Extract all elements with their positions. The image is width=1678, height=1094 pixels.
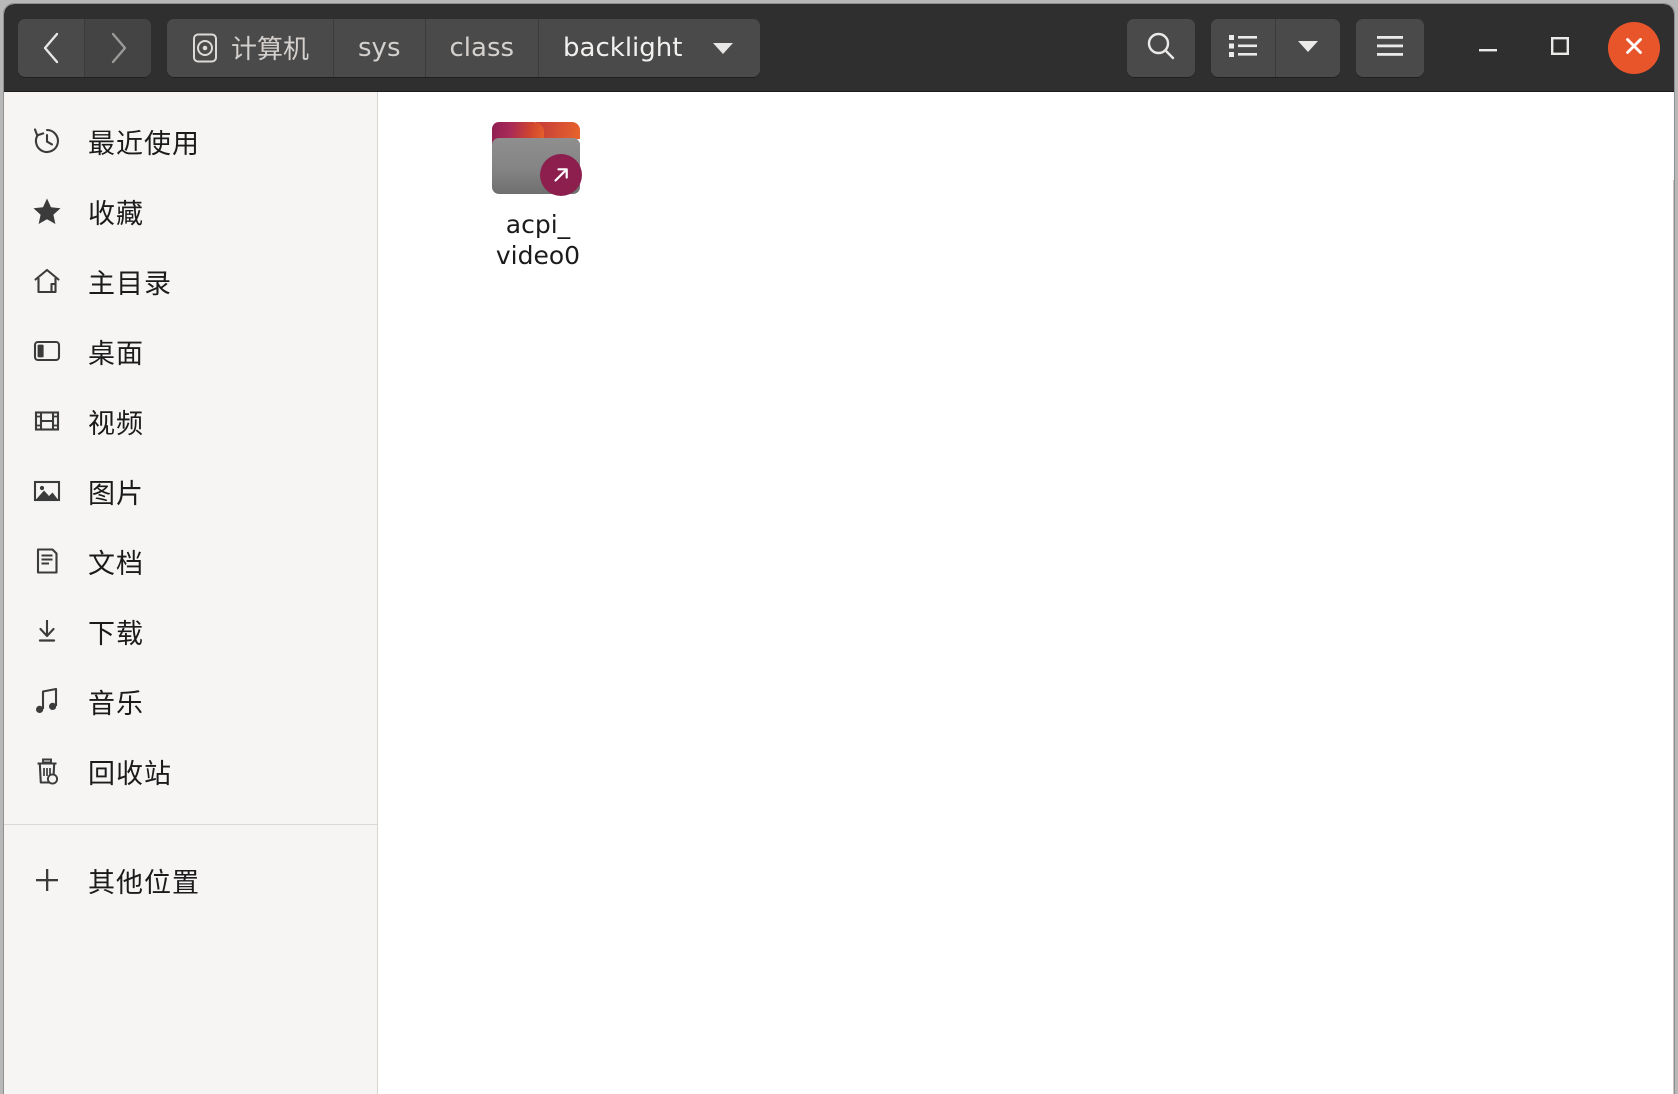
sidebar-item-other-locations[interactable]: 其他位置	[4, 845, 377, 915]
folder-graphic	[492, 122, 580, 194]
search-icon	[1144, 29, 1178, 67]
sidebar-item-home[interactable]: 主目录	[4, 246, 377, 316]
view-button-group	[1211, 19, 1340, 77]
breadcrumb-label: backlight	[563, 33, 682, 63]
minimize-button[interactable]	[1462, 22, 1514, 74]
sidebar-item-label: 其他位置	[88, 861, 200, 900]
sidebar-item-label: 图片	[88, 472, 144, 511]
file-item-acpi-video0[interactable]: acpi_ video0	[452, 110, 624, 277]
header-bar: 计算机 sys class backlight	[4, 4, 1674, 92]
sidebar-item-label: 主目录	[88, 262, 172, 301]
view-list-button[interactable]	[1211, 19, 1275, 77]
sidebar-item-label: 桌面	[88, 332, 144, 371]
breadcrumb: 计算机 sys class backlight	[167, 19, 760, 77]
breadcrumb-item-computer[interactable]: 计算机	[167, 19, 333, 77]
window-body: 最近使用 收藏 主目录	[4, 92, 1674, 1094]
sidebar-item-trash[interactable]: 回收站	[4, 736, 377, 806]
sidebar-item-label: 回收站	[88, 752, 172, 791]
sidebar-item-desktop[interactable]: 桌面	[4, 316, 377, 386]
sidebar-item-label: 收藏	[88, 192, 144, 231]
navigation-button-group	[18, 19, 151, 77]
film-icon	[30, 404, 64, 438]
forward-button[interactable]	[84, 19, 151, 77]
content-right-edge	[1673, 180, 1674, 1094]
sidebar-item-documents[interactable]: 文档	[4, 526, 377, 596]
file-manager-window: 计算机 sys class backlight	[4, 4, 1674, 1094]
back-button[interactable]	[18, 19, 84, 77]
maximize-button[interactable]	[1534, 22, 1586, 74]
chevron-down-icon	[1295, 37, 1321, 59]
breadcrumb-item-backlight[interactable]: backlight	[538, 19, 760, 77]
plus-icon	[30, 863, 64, 897]
breadcrumb-label: 计算机	[231, 29, 309, 66]
breadcrumb-item-sys[interactable]: sys	[333, 19, 424, 77]
file-item-label: acpi_ video0	[456, 210, 620, 271]
close-icon	[1621, 33, 1647, 63]
sidebar-item-pictures[interactable]: 图片	[4, 456, 377, 526]
close-button[interactable]	[1608, 22, 1660, 74]
breadcrumb-label: sys	[358, 33, 400, 63]
image-icon	[30, 474, 64, 508]
sidebar-item-music[interactable]: 音乐	[4, 666, 377, 736]
folder-symlink-icon	[492, 116, 584, 198]
sidebar-item-label: 下载	[88, 612, 144, 651]
chevron-left-icon	[38, 31, 64, 65]
list-view-icon	[1227, 32, 1259, 64]
maximize-icon	[1547, 33, 1573, 63]
sidebar-item-label: 音乐	[88, 682, 144, 721]
sidebar-item-label: 最近使用	[88, 122, 200, 161]
view-options-button[interactable]	[1275, 19, 1340, 77]
search-button[interactable]	[1127, 19, 1195, 77]
home-icon	[30, 264, 64, 298]
sidebar-item-downloads[interactable]: 下载	[4, 596, 377, 666]
sidebar-item-label: 文档	[88, 542, 144, 581]
sidebar-item-label: 视频	[88, 402, 144, 441]
trash-icon	[30, 754, 64, 788]
chevron-right-icon	[105, 31, 131, 65]
music-note-icon	[30, 684, 64, 718]
desktop-icon	[30, 334, 64, 368]
breadcrumb-label: class	[450, 33, 515, 63]
symlink-arrow-icon	[540, 154, 582, 196]
sidebar: 最近使用 收藏 主目录	[4, 92, 378, 1094]
sidebar-item-videos[interactable]: 视频	[4, 386, 377, 456]
document-icon	[30, 544, 64, 578]
chevron-down-icon[interactable]	[710, 39, 736, 57]
hamburger-icon	[1374, 33, 1406, 63]
sidebar-item-recent[interactable]: 最近使用	[4, 106, 377, 176]
file-grid[interactable]: acpi_ video0	[378, 92, 1674, 1094]
minimize-icon	[1475, 33, 1501, 63]
clock-history-icon	[30, 124, 64, 158]
menu-button[interactable]	[1356, 19, 1424, 77]
sidebar-item-starred[interactable]: 收藏	[4, 176, 377, 246]
file-label-line2: video0	[456, 241, 620, 272]
star-icon	[30, 194, 64, 228]
sidebar-divider	[4, 824, 377, 825]
download-icon	[30, 614, 64, 648]
breadcrumb-item-class[interactable]: class	[425, 19, 539, 77]
harddisk-icon	[191, 32, 219, 64]
file-label-line1: acpi_	[456, 210, 620, 241]
